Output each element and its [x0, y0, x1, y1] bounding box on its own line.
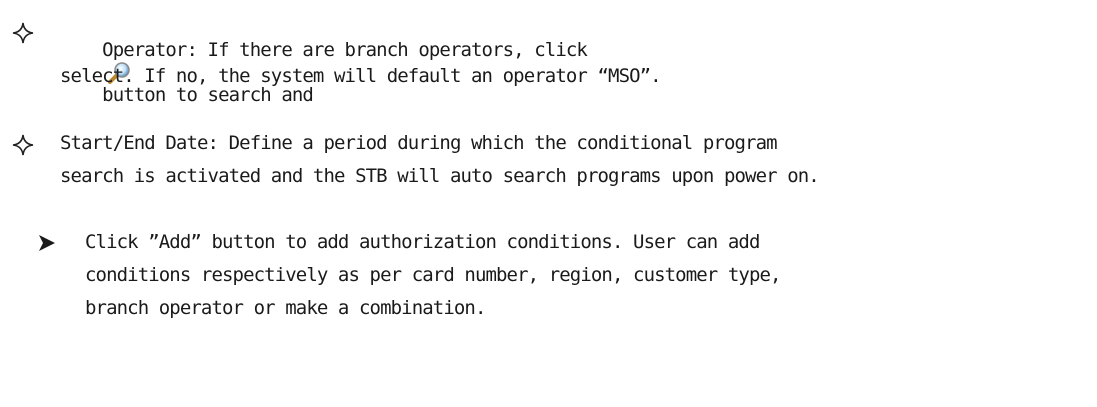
add-text-line3: branch operator or make a combination. [85, 297, 486, 319]
date-text-line2: search is activated and the STB will aut… [60, 165, 820, 187]
arrowhead-bullet-icon [39, 235, 55, 251]
date-text-line1: Start/End Date: Define a period during w… [60, 132, 778, 154]
diamond-star-bullet-icon [12, 22, 34, 44]
add-text-line1: Click ”Add” button to add authorization … [85, 231, 760, 253]
add-text-line2: conditions respectively as per card numb… [85, 264, 781, 286]
operator-text-part2: button to search and [102, 84, 314, 106]
operator-text-line2: select. If no, the system will default a… [60, 65, 662, 87]
operator-text-part1: Operator: If there are branch operators,… [102, 39, 588, 61]
diamond-star-bullet-icon [12, 134, 34, 156]
